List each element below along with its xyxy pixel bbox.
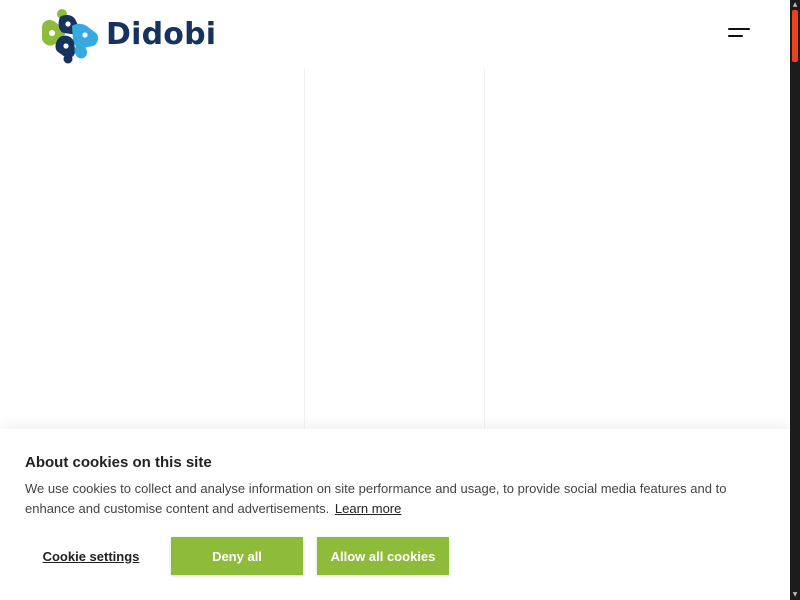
column-divider xyxy=(484,68,485,433)
site-header: Didobi xyxy=(0,0,790,68)
scroll-down-arrow-icon[interactable]: ▼ xyxy=(790,590,800,600)
hamburger-menu-icon-bar xyxy=(728,35,743,37)
column-divider xyxy=(304,68,305,433)
page: Didobi About cookies on this site We use… xyxy=(0,0,790,600)
page-scrollbar[interactable]: ▲ ▼ xyxy=(790,0,800,600)
hamburger-menu-icon xyxy=(728,28,750,30)
cookie-banner-title: About cookies on this site xyxy=(25,454,212,471)
didobi-logo-icon xyxy=(42,9,99,64)
hamburger-menu-button[interactable] xyxy=(722,22,756,44)
scrollbar-thumb[interactable] xyxy=(792,10,798,62)
cookie-banner-text: We use cookies to collect and analyse in… xyxy=(25,479,755,519)
brand-name: Didobi xyxy=(106,17,217,52)
allow-all-cookies-button[interactable]: Allow all cookies xyxy=(317,537,449,575)
cookie-settings-button[interactable]: Cookie settings xyxy=(25,537,157,575)
scroll-up-arrow-icon[interactable]: ▲ xyxy=(790,0,800,10)
cookie-consent-banner: About cookies on this site We use cookie… xyxy=(0,429,790,600)
deny-all-button[interactable]: Deny all xyxy=(171,537,303,575)
learn-more-link[interactable]: Learn more xyxy=(335,501,401,516)
logo-link[interactable]: Didobi xyxy=(38,6,216,64)
